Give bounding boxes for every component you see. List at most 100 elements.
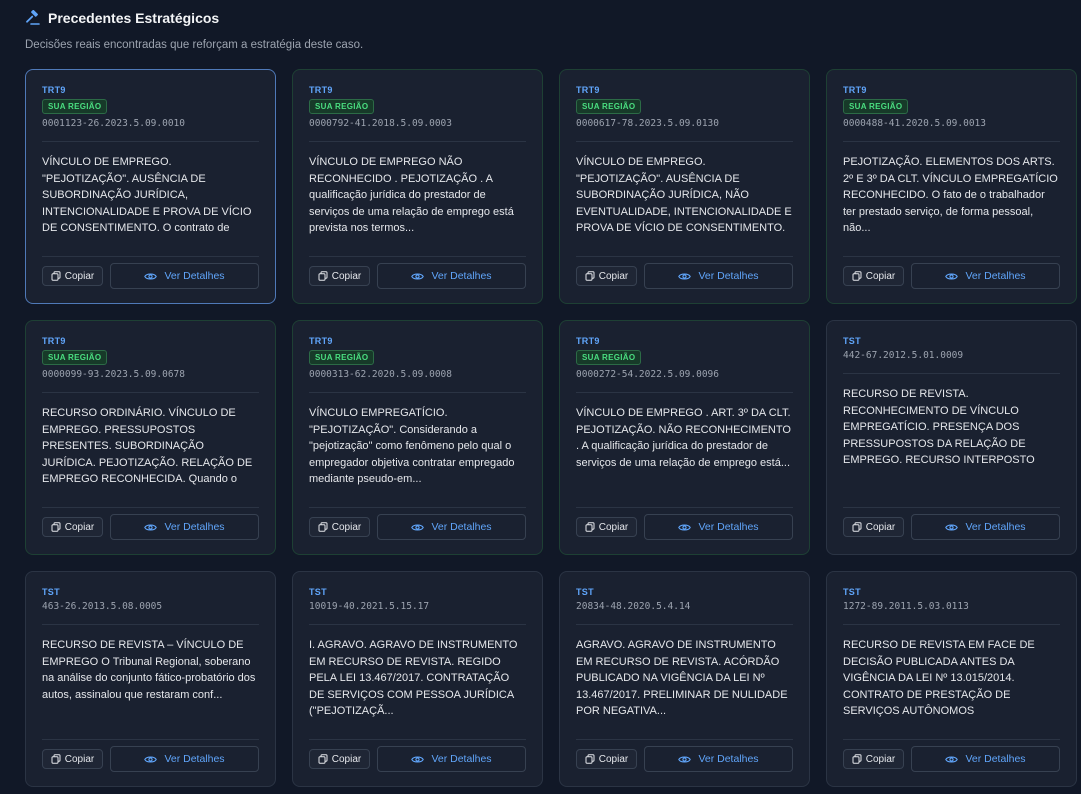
court-label: TRT9 — [309, 336, 333, 346]
precedent-card[interactable]: TST 1272-89.2011.5.03.0113 RECURSO DE RE… — [826, 571, 1077, 787]
eye-icon — [144, 755, 158, 764]
copy-button[interactable]: Copiar — [309, 749, 370, 769]
court-label: TST — [843, 336, 861, 346]
card-actions: Copiar Ver Detalhes — [309, 256, 526, 289]
process-number: 1272-89.2011.5.03.0113 — [843, 601, 1060, 625]
card-actions: Copiar Ver Detalhes — [576, 256, 793, 289]
precedent-card[interactable]: TRT9 SUA REGIÃO 0000617-78.2023.5.09.013… — [559, 69, 810, 304]
details-label: Ver Detalhes — [698, 521, 759, 533]
view-details-button[interactable]: Ver Detalhes — [911, 263, 1060, 289]
eye-icon — [945, 523, 959, 532]
card-actions: Copiar Ver Detalhes — [576, 507, 793, 540]
process-number: 0000272-54.2022.5.09.0096 — [576, 369, 793, 393]
copy-button[interactable]: Copiar — [843, 517, 904, 537]
precedent-card[interactable]: TRT9 SUA REGIÃO 0000488-41.2020.5.09.001… — [826, 69, 1077, 304]
view-details-button[interactable]: Ver Detalhes — [377, 514, 526, 540]
precedent-summary: VÍNCULO DE EMPREGO NÃO RECONHECIDO . PEJ… — [309, 156, 514, 234]
view-details-button[interactable]: Ver Detalhes — [911, 746, 1060, 772]
copy-icon — [318, 754, 328, 764]
eye-icon — [144, 272, 158, 281]
precedent-summary: AGRAVO. AGRAVO DE INSTRUMENTO EM RECURSO… — [576, 639, 788, 717]
precedent-card[interactable]: TRT9 SUA REGIÃO 0000313-62.2020.5.09.000… — [292, 320, 543, 555]
details-label: Ver Detalhes — [164, 270, 225, 282]
region-badge: SUA REGIÃO — [843, 99, 909, 114]
copy-label: Copiar — [64, 521, 95, 533]
copy-button[interactable]: Copiar — [843, 266, 904, 286]
copy-label: Copiar — [865, 521, 896, 533]
copy-button[interactable]: Copiar — [309, 517, 370, 537]
details-label: Ver Detalhes — [965, 270, 1026, 282]
precedent-summary: VÍNCULO DE EMPREGO. "PEJOTIZAÇÃO". AUSÊN… — [576, 156, 792, 239]
precedent-summary: I. AGRAVO. AGRAVO DE INSTRUMENTO EM RECU… — [309, 639, 518, 717]
page-subtitle: Decisões reais encontradas que reforçam … — [25, 39, 364, 51]
view-details-button[interactable]: Ver Detalhes — [644, 746, 793, 772]
copy-icon — [51, 754, 61, 764]
precedent-card[interactable]: TRT9 SUA REGIÃO 0001123-26.2023.5.09.001… — [25, 69, 276, 304]
copy-label: Copiar — [865, 753, 896, 765]
copy-icon — [852, 754, 862, 764]
precedent-card[interactable]: TRT9 SUA REGIÃO 0000272-54.2022.5.09.009… — [559, 320, 810, 555]
copy-label: Copiar — [865, 270, 896, 282]
court-label: TST — [42, 587, 60, 597]
precedent-card[interactable]: TST 20834-48.2020.5.4.14 AGRAVO. AGRAVO … — [559, 571, 810, 787]
copy-icon — [318, 271, 328, 281]
precedent-card[interactable]: TST 442-67.2012.5.01.0009 RECURSO DE REV… — [826, 320, 1077, 555]
copy-button[interactable]: Copiar — [843, 749, 904, 769]
copy-button[interactable]: Copiar — [309, 266, 370, 286]
copy-button[interactable]: Copiar — [42, 517, 103, 537]
copy-button[interactable]: Copiar — [42, 266, 103, 286]
process-number: 0001123-26.2023.5.09.0010 — [42, 118, 259, 142]
precedents-panel: Precedentes Estratégicos Decisões reais … — [0, 0, 1081, 794]
eye-icon — [678, 523, 692, 532]
precedent-card[interactable]: TST 463-26.2013.5.08.0005 RECURSO DE REV… — [25, 571, 276, 787]
process-number: 0000792-41.2018.5.09.0003 — [309, 118, 526, 142]
details-label: Ver Detalhes — [698, 753, 759, 765]
copy-button[interactable]: Copiar — [576, 517, 637, 537]
view-details-button[interactable]: Ver Detalhes — [911, 514, 1060, 540]
view-details-button[interactable]: Ver Detalhes — [377, 746, 526, 772]
card-actions: Copiar Ver Detalhes — [309, 507, 526, 540]
eye-icon — [945, 272, 959, 281]
precedents-grid: TRT9 SUA REGIÃO 0001123-26.2023.5.09.001… — [25, 69, 1081, 787]
details-label: Ver Detalhes — [431, 270, 492, 282]
court-label: TST — [843, 587, 861, 597]
copy-button[interactable]: Copiar — [576, 266, 637, 286]
copy-label: Copiar — [331, 753, 362, 765]
view-details-button[interactable]: Ver Detalhes — [110, 263, 259, 289]
copy-icon — [585, 522, 595, 532]
view-details-button[interactable]: Ver Detalhes — [110, 514, 259, 540]
details-label: Ver Detalhes — [965, 521, 1026, 533]
process-number: 442-67.2012.5.01.0009 — [843, 350, 1060, 374]
precedent-summary: RECURSO DE REVISTA EM FACE DE DECISÃO PU… — [843, 639, 1035, 722]
view-details-button[interactable]: Ver Detalhes — [644, 514, 793, 540]
court-label: TRT9 — [42, 336, 66, 346]
precedent-card[interactable]: TRT9 SUA REGIÃO 0000792-41.2018.5.09.000… — [292, 69, 543, 304]
region-badge: SUA REGIÃO — [309, 350, 375, 365]
court-label: TST — [309, 587, 327, 597]
view-details-button[interactable]: Ver Detalhes — [377, 263, 526, 289]
precedent-summary: VÍNCULO EMPREGATÍCIO. "PEJOTIZAÇÃO". Con… — [309, 407, 515, 485]
court-label: TRT9 — [576, 85, 600, 95]
region-badge: SUA REGIÃO — [576, 350, 642, 365]
view-details-button[interactable]: Ver Detalhes — [110, 746, 259, 772]
copy-label: Copiar — [331, 521, 362, 533]
copy-label: Copiar — [331, 270, 362, 282]
process-number: 0000617-78.2023.5.09.0130 — [576, 118, 793, 142]
precedent-card[interactable]: TRT9 SUA REGIÃO 0000099-93.2023.5.09.067… — [25, 320, 276, 555]
eye-icon — [945, 755, 959, 764]
copy-label: Copiar — [64, 270, 95, 282]
precedent-summary: VÍNCULO DE EMPREGO . ART. 3º DA CLT. PEJ… — [576, 407, 791, 469]
precedent-card[interactable]: TST 10019-40.2021.5.15.17 I. AGRAVO. AGR… — [292, 571, 543, 787]
precedent-summary: VÍNCULO DE EMPREGO. "PEJOTIZAÇÃO". AUSÊN… — [42, 156, 252, 239]
region-badge: SUA REGIÃO — [576, 99, 642, 114]
view-details-button[interactable]: Ver Detalhes — [644, 263, 793, 289]
region-badge: SUA REGIÃO — [42, 350, 108, 365]
copy-icon — [51, 522, 61, 532]
copy-label: Copiar — [598, 753, 629, 765]
copy-button[interactable]: Copiar — [42, 749, 103, 769]
details-label: Ver Detalhes — [164, 521, 225, 533]
copy-button[interactable]: Copiar — [576, 749, 637, 769]
details-label: Ver Detalhes — [164, 753, 225, 765]
precedent-summary: PEJOTIZAÇÃO. ELEMENTOS DOS ARTS. 2º E 3º… — [843, 156, 1058, 234]
court-label: TRT9 — [309, 85, 333, 95]
